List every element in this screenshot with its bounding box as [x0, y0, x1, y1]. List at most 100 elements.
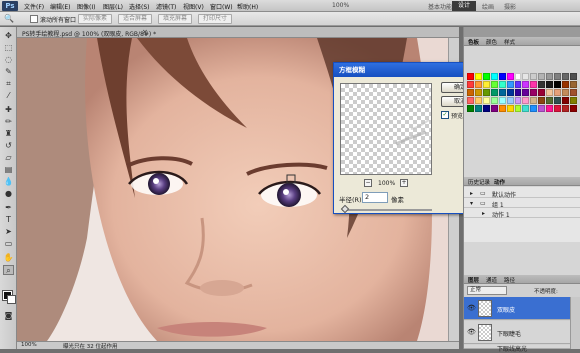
- menu-layer[interactable]: 图层(L): [103, 2, 123, 11]
- expand-arrow-icon[interactable]: ▸: [470, 190, 473, 197]
- status-zoom[interactable]: 100%: [21, 342, 37, 348]
- color-swatch[interactable]: [522, 73, 530, 80]
- color-swatch[interactable]: [546, 73, 554, 80]
- color-swatch[interactable]: [570, 97, 577, 104]
- color-swatch[interactable]: [498, 105, 506, 112]
- color-swatch[interactable]: [562, 97, 570, 104]
- color-swatch[interactable]: [546, 81, 554, 88]
- radius-input[interactable]: 2: [362, 192, 388, 203]
- color-swatch[interactable]: [467, 81, 474, 88]
- color-swatch[interactable]: [467, 73, 474, 80]
- layer-row-active[interactable]: 👁 双眼皮: [464, 297, 580, 320]
- close-tab-icon[interactable]: ×: [142, 28, 148, 36]
- marquee-tool-icon[interactable]: ⬚: [3, 43, 14, 53]
- color-swatch[interactable]: [546, 105, 554, 112]
- tab-layers[interactable]: 图层: [468, 276, 479, 284]
- layer-row[interactable]: 👁 下眼睫毛: [464, 321, 580, 344]
- color-swatch[interactable]: [570, 81, 577, 88]
- color-swatch[interactable]: [514, 97, 522, 104]
- color-swatch[interactable]: [482, 89, 490, 96]
- color-swatch[interactable]: [498, 73, 506, 80]
- color-swatch[interactable]: [490, 81, 498, 88]
- color-swatch[interactable]: [482, 105, 490, 112]
- hand-tool-icon[interactable]: ✋: [3, 253, 14, 263]
- workspace-essentials[interactable]: 基本功能: [428, 2, 452, 11]
- history-brush-tool-icon[interactable]: ↺: [3, 141, 14, 151]
- background-color[interactable]: [7, 295, 16, 304]
- color-swatch[interactable]: [554, 97, 562, 104]
- color-swatch[interactable]: [538, 89, 546, 96]
- crop-tool-icon[interactable]: ⌗: [3, 79, 14, 89]
- quick-select-tool-icon[interactable]: ✎: [3, 67, 14, 77]
- workspace-painting[interactable]: 绘画: [482, 2, 494, 11]
- zoom-in-button[interactable]: +: [400, 179, 408, 187]
- document-tab[interactable]: PS转手绘教程.psd @ 100% (双眼皮, RGB/8#) *: [22, 29, 156, 38]
- color-swatch[interactable]: [506, 105, 514, 112]
- color-swatch[interactable]: [506, 89, 514, 96]
- color-swatch[interactable]: [562, 89, 570, 96]
- color-swatch[interactable]: [554, 105, 562, 112]
- tab-channels[interactable]: 通道: [486, 276, 497, 284]
- color-swatch[interactable]: [514, 89, 522, 96]
- color-swatch[interactable]: [467, 105, 474, 112]
- blur-tool-icon[interactable]: 💧: [3, 177, 14, 187]
- color-swatch[interactable]: [522, 89, 530, 96]
- color-swatch[interactable]: [514, 81, 522, 88]
- tab-paths[interactable]: 路径: [504, 276, 515, 284]
- color-swatch[interactable]: [554, 73, 562, 80]
- color-swatch[interactable]: [467, 89, 474, 96]
- print-size-button[interactable]: 打印尺寸: [198, 14, 232, 24]
- color-swatch[interactable]: [514, 105, 522, 112]
- color-swatch[interactable]: [490, 97, 498, 104]
- scroll-all-windows-checkbox[interactable]: [30, 15, 38, 23]
- color-swatch[interactable]: [514, 73, 522, 80]
- path-select-tool-icon[interactable]: ➤: [3, 227, 14, 237]
- color-swatch[interactable]: [570, 73, 577, 80]
- shape-tool-icon[interactable]: ▭: [3, 239, 14, 249]
- color-swatch[interactable]: [554, 81, 562, 88]
- menu-filter[interactable]: 滤镜(T): [156, 2, 176, 11]
- color-swatch[interactable]: [554, 89, 562, 96]
- color-swatch[interactable]: [538, 73, 546, 80]
- healing-brush-tool-icon[interactable]: ✚: [3, 105, 14, 115]
- color-swatch[interactable]: [522, 105, 530, 112]
- color-swatch[interactable]: [530, 105, 538, 112]
- color-swatch[interactable]: [538, 105, 546, 112]
- color-swatch[interactable]: [562, 73, 570, 80]
- workspace-photography[interactable]: 摄影: [504, 2, 516, 11]
- color-swatch[interactable]: [474, 105, 482, 112]
- color-swatch[interactable]: [482, 81, 490, 88]
- lasso-tool-icon[interactable]: ◌: [3, 55, 14, 65]
- color-swatch[interactable]: [474, 89, 482, 96]
- eraser-tool-icon[interactable]: ▱: [3, 153, 14, 163]
- menu-select[interactable]: 选择(S): [129, 2, 150, 11]
- tab-color[interactable]: 颜色: [486, 38, 497, 46]
- color-swatch[interactable]: [570, 105, 577, 112]
- radius-slider-thumb[interactable]: [340, 204, 350, 214]
- action-set-group1[interactable]: ▾ ▭ 组 1: [464, 199, 580, 209]
- fit-screen-button[interactable]: 适合屏幕: [118, 14, 152, 24]
- color-swatch[interactable]: [530, 81, 538, 88]
- color-swatch[interactable]: [498, 89, 506, 96]
- menu-window[interactable]: 窗口(W): [210, 2, 233, 11]
- tab-styles[interactable]: 样式: [504, 38, 515, 46]
- color-swatch[interactable]: [474, 73, 482, 80]
- zoom-tool-icon[interactable]: ⌕: [3, 265, 14, 275]
- color-swatch[interactable]: [490, 73, 498, 80]
- menu-help[interactable]: 帮助(H): [237, 2, 258, 11]
- color-swatch[interactable]: [498, 97, 506, 104]
- color-swatch[interactable]: [467, 97, 474, 104]
- color-swatch[interactable]: [474, 81, 482, 88]
- color-swatch[interactable]: [482, 97, 490, 104]
- color-swatch[interactable]: [490, 89, 498, 96]
- expand-arrow-icon[interactable]: ▾: [470, 200, 473, 207]
- color-swatch[interactable]: [506, 73, 514, 80]
- color-swatch[interactable]: [530, 89, 538, 96]
- color-swatch[interactable]: [474, 97, 482, 104]
- color-swatch[interactable]: [482, 73, 490, 80]
- menu-view[interactable]: 视图(V): [183, 2, 204, 11]
- layer-row[interactable]: 下眼线高光: [464, 345, 580, 353]
- dodge-tool-icon[interactable]: ●: [3, 189, 14, 199]
- color-swatch[interactable]: [530, 97, 538, 104]
- zoom-level-indicator[interactable]: 100%: [332, 2, 349, 9]
